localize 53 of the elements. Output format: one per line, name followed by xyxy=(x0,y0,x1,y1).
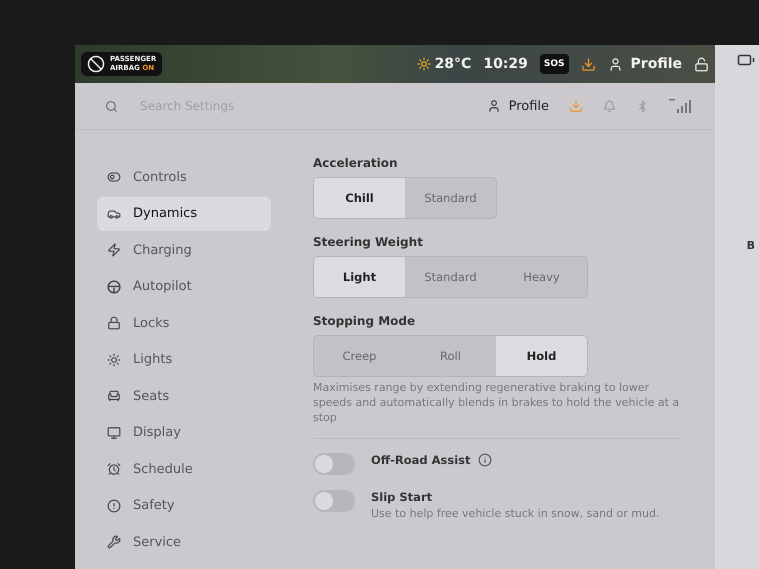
info-icon[interactable] xyxy=(478,452,492,467)
toggle-label: Slip Start xyxy=(371,490,432,504)
setting-title: Acceleration xyxy=(313,156,399,170)
segment-option[interactable]: Standard xyxy=(405,178,496,218)
unlocked-icon[interactable] xyxy=(694,56,709,72)
setting-title: Steering Weight xyxy=(313,235,424,249)
sidebar-item[interactable]: Service xyxy=(97,525,271,559)
segment-option[interactable]: Creep xyxy=(314,336,405,376)
lte-signal-icon xyxy=(669,99,691,113)
segment-option[interactable]: Roll xyxy=(405,336,496,376)
lightning-icon xyxy=(107,243,121,257)
sidebar-item[interactable]: Controls xyxy=(97,160,271,194)
airbag-off-icon xyxy=(87,55,105,73)
setting-title: Stopping Mode xyxy=(313,314,416,328)
temperature: 28°C xyxy=(434,56,472,72)
side-panel-text: B xyxy=(746,239,755,252)
profile-icon[interactable] xyxy=(486,99,501,113)
sidebar-item[interactable]: Display xyxy=(97,416,271,450)
segment-option[interactable]: Heavy xyxy=(496,257,587,297)
alert-icon xyxy=(107,498,121,512)
sidebar-item[interactable]: Safety xyxy=(97,488,271,522)
sidebar-item[interactable]: Autopilot xyxy=(97,270,271,304)
clock: 10:29 xyxy=(483,56,528,72)
profile-icon[interactable] xyxy=(608,56,623,72)
display-icon xyxy=(107,426,121,440)
toggle-label: Off-Road Assist xyxy=(371,452,470,467)
toggle-switch[interactable] xyxy=(313,490,355,512)
lock-icon xyxy=(107,316,121,330)
toggle-switch[interactable] xyxy=(313,452,355,475)
alarm-clock-icon xyxy=(107,462,121,476)
profile-label[interactable]: Profile xyxy=(630,56,682,72)
download-icon[interactable] xyxy=(580,56,596,72)
toggle-description: Use to help free vehicle stuck in snow, sand or mud. xyxy=(371,506,660,520)
seat-icon xyxy=(107,389,121,403)
steering-wheel-icon xyxy=(107,280,121,294)
sidebar-item[interactable]: Dynamics xyxy=(97,196,271,230)
sidebar-item[interactable]: Charging xyxy=(97,233,271,267)
profile-label[interactable]: Profile xyxy=(508,98,549,114)
sun-icon xyxy=(416,57,431,71)
sidebar-item[interactable]: Locks xyxy=(97,306,271,340)
sidebar-item[interactable]: Schedule xyxy=(97,452,271,486)
sos-button[interactable]: SOS xyxy=(540,54,569,74)
sun-icon xyxy=(107,352,121,366)
sidebar-item[interactable]: Seats xyxy=(97,379,271,413)
setting-description: Maximises range by extending regenerative braking to lower speeds and automatically blends in brakes to hold the vehicle at a stop xyxy=(313,381,680,426)
toggle-icon xyxy=(107,170,121,184)
wrench-icon xyxy=(107,535,121,549)
segment-option[interactable]: Standard xyxy=(405,257,496,297)
sidebar-item[interactable]: Lights xyxy=(97,342,271,376)
segment-option[interactable]: Chill xyxy=(314,178,405,218)
segment-option[interactable]: Light xyxy=(314,257,405,297)
segment-option[interactable]: Hold xyxy=(496,336,587,376)
search-icon xyxy=(105,100,118,112)
